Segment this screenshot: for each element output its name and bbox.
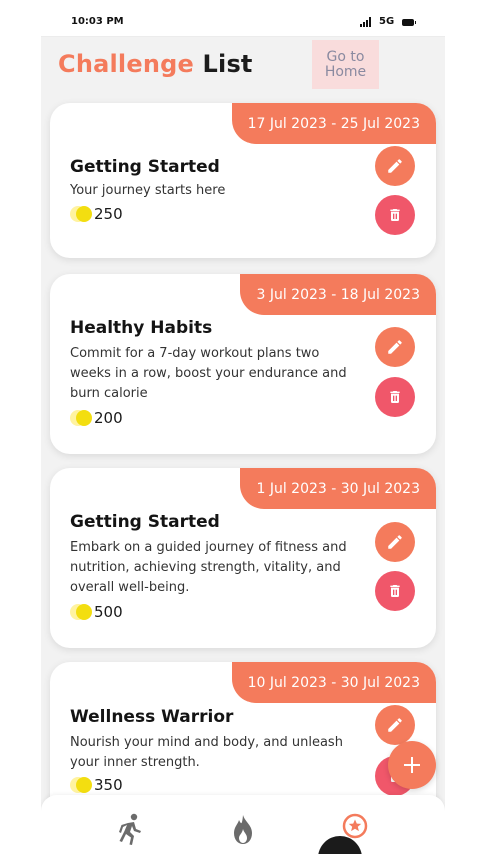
pencil-icon (388, 718, 402, 732)
challenge-title: Getting Started (70, 157, 220, 177)
edit-button[interactable] (375, 705, 415, 745)
pencil-icon (388, 535, 402, 549)
status-bar: 10:03 PM 5G (41, 0, 445, 37)
challenge-description: Your journey starts here (70, 183, 226, 198)
network-label: 5G (379, 16, 395, 27)
challenge-description: Nourish your mind and body, and unleash … (70, 735, 343, 770)
delete-button[interactable] (375, 377, 415, 417)
battery-icon (402, 19, 416, 26)
page-title: Challenge List (58, 50, 253, 78)
date-range-badge: 3 Jul 2023 - 18 Jul 2023 (240, 274, 436, 315)
edit-button[interactable] (375, 327, 415, 367)
trash-icon (390, 391, 400, 403)
pencil-icon (388, 159, 402, 173)
challenge-card: 17 Jul 2023 - 25 Jul 2023 Getting Starte… (50, 103, 436, 258)
date-range-badge: 1 Jul 2023 - 30 Jul 2023 (240, 468, 436, 509)
challenge-title: Healthy Habits (70, 318, 213, 338)
points-value: 350 (94, 776, 123, 794)
challenge-card: 1 Jul 2023 - 30 Jul 2023 Getting Started… (50, 468, 436, 648)
challenge-points: 350 (70, 775, 123, 795)
nav-activity[interactable] (113, 811, 147, 849)
delete-button[interactable] (375, 195, 415, 235)
add-challenge-button[interactable] (388, 741, 436, 789)
flame-icon (234, 814, 252, 844)
plus-icon (404, 757, 420, 773)
challenge-points: 500 (70, 602, 123, 622)
points-value: 250 (94, 205, 123, 223)
coin-icon (70, 408, 92, 428)
nav-streak[interactable] (226, 811, 260, 849)
page-title-accent: Challenge (58, 50, 194, 78)
bottom-nav (41, 795, 445, 854)
challenge-card: 3 Jul 2023 - 18 Jul 2023 Healthy Habits … (50, 274, 436, 454)
edit-button[interactable] (375, 522, 415, 562)
challenge-points: 200 (70, 408, 123, 428)
challenge-title: Getting Started (70, 512, 220, 532)
trash-icon (390, 209, 400, 221)
pencil-icon (388, 340, 402, 354)
challenge-title: Wellness Warrior (70, 707, 234, 727)
challenge-points: 250 (70, 204, 123, 224)
coin-icon (70, 602, 92, 622)
running-icon (119, 813, 141, 845)
go-to-home-button[interactable]: Go to Home (312, 40, 379, 89)
signal-icon (360, 17, 371, 27)
phone-screen: 10:03 PM 5G Challenge List Go to Home 17… (41, 0, 445, 854)
points-value: 500 (94, 603, 123, 621)
date-range-badge: 17 Jul 2023 - 25 Jul 2023 (231, 103, 436, 144)
status-time: 10:03 PM (71, 16, 124, 27)
date-range-badge: 10 Jul 2023 - 30 Jul 2023 (231, 662, 436, 703)
page-title-rest: List (202, 50, 253, 78)
points-value: 200 (94, 409, 123, 427)
edit-button[interactable] (375, 146, 415, 186)
coin-icon (70, 204, 92, 224)
trash-icon (390, 585, 400, 597)
coin-icon (70, 775, 92, 795)
delete-button[interactable] (375, 571, 415, 611)
challenge-description: Commit for a 7-day workout plans two wee… (70, 346, 347, 401)
challenge-description: Embark on a guided journey of fitness an… (70, 540, 347, 595)
